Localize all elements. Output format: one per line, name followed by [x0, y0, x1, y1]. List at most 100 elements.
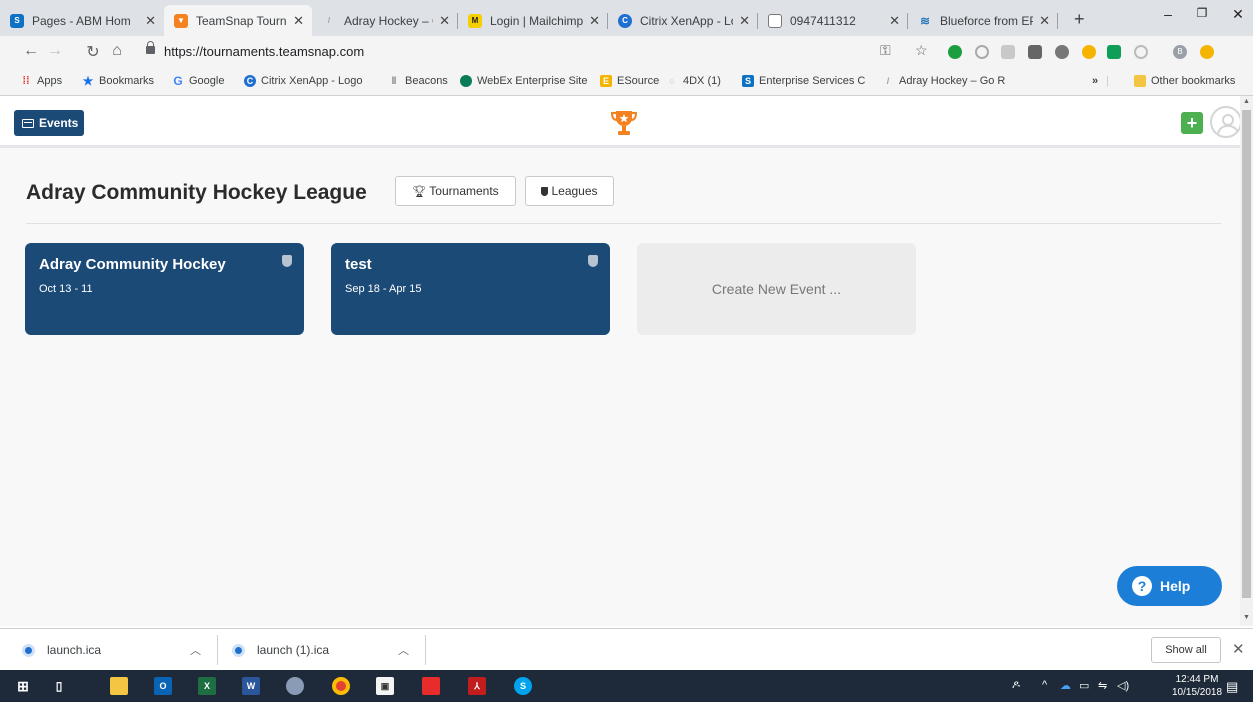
scroll-down-icon[interactable]: ▼	[1243, 614, 1250, 621]
bookmark-adray-hockey[interactable]: / Adray Hockey – Go R	[882, 75, 1006, 87]
key-icon[interactable]: ⚿	[880, 42, 891, 59]
help-button[interactable]: ? Help	[1117, 566, 1222, 606]
tab-adray-hockey[interactable]: / Adray Hockey – G ✕	[312, 5, 458, 36]
add-button[interactable]: +	[1181, 112, 1203, 134]
scroll-up-icon[interactable]: ▲	[1243, 98, 1250, 105]
vertical-scrollbar[interactable]: ▲ ▼	[1240, 96, 1253, 626]
tab-citrix[interactable]: C Citrix XenApp - Lo ✕	[608, 5, 758, 36]
file-explorer-icon[interactable]	[110, 677, 128, 695]
tournaments-button[interactable]: 🏆︎ Tournaments	[395, 176, 516, 206]
bookmark-enterprise-services[interactable]: S Enterprise Services C	[742, 75, 865, 87]
extension-icon[interactable]	[948, 45, 962, 59]
word-icon[interactable]: W	[242, 677, 260, 695]
network-icon[interactable]: ⇋	[1098, 679, 1107, 692]
user-avatar[interactable]	[1210, 106, 1242, 138]
reload-icon[interactable]: ↻	[84, 42, 102, 62]
chevron-up-icon[interactable]: ︿	[190, 642, 201, 658]
download-item[interactable]: launch (1).ica	[232, 643, 329, 657]
chevron-up-icon[interactable]: ︿	[398, 642, 409, 658]
people-icon[interactable]: ዶ	[1012, 679, 1020, 692]
checkbox-extension-icon[interactable]	[1107, 45, 1121, 59]
extension-icon[interactable]	[1134, 45, 1148, 59]
sharepoint-icon: S	[10, 13, 24, 28]
close-icon[interactable]: ✕	[293, 13, 304, 29]
minimize-button[interactable]: –	[1158, 6, 1178, 22]
show-all-button[interactable]: Show all	[1151, 637, 1221, 663]
volume-icon[interactable]: ◁)	[1117, 679, 1129, 692]
extension-icon[interactable]	[1055, 45, 1069, 59]
bookmark-beacons[interactable]: ‖ Beacons	[388, 75, 448, 87]
bookmarks-overflow-button[interactable]: »	[1092, 75, 1098, 87]
google-icon: G	[173, 74, 183, 88]
close-icon[interactable]: ✕	[739, 13, 750, 29]
leagues-button[interactable]: Leagues	[525, 176, 614, 206]
extension-icon[interactable]	[1001, 45, 1015, 59]
bookmark-label: 4DX (1)	[683, 75, 721, 87]
tab-mailchimp[interactable]: M Login | Mailchimp ✕	[458, 5, 608, 36]
chrome-icon[interactable]	[332, 677, 350, 695]
bookmark-4dx[interactable]: ○ 4DX (1)	[666, 75, 721, 87]
pdf-reader-icon[interactable]	[422, 677, 440, 695]
citrix-file-icon	[232, 643, 245, 657]
back-icon[interactable]: ←	[22, 42, 40, 60]
new-tab-button[interactable]: +	[1074, 9, 1085, 30]
notifications-icon[interactable]: ▤	[1226, 679, 1238, 695]
task-view-icon[interactable]: ▯	[50, 677, 68, 695]
maximize-button[interactable]: ❐	[1192, 6, 1212, 20]
onedrive-icon[interactable]: ☁	[1060, 679, 1071, 692]
bookmark-bookmarks[interactable]: ★ Bookmarks	[82, 74, 154, 88]
forward-icon[interactable]: →	[46, 42, 64, 60]
close-icon[interactable]: ✕	[145, 13, 156, 29]
folder-icon	[1134, 75, 1146, 87]
event-card[interactable]: Adray Community Hockey Oct 13 - 11	[25, 243, 304, 335]
acrobat-icon[interactable]: ⅄	[468, 677, 486, 695]
close-icon[interactable]: ✕	[1232, 640, 1245, 658]
system-clock[interactable]: 12:44 PM 10/15/2018	[1172, 673, 1222, 699]
clock-time: 12:44 PM	[1175, 674, 1219, 685]
close-icon[interactable]: ✕	[439, 13, 450, 29]
close-icon[interactable]: ✕	[889, 13, 900, 29]
shield-icon	[282, 255, 292, 267]
event-name: test	[345, 256, 372, 273]
update-alert-icon[interactable]	[1200, 45, 1214, 59]
trophy-icon: ▼	[174, 13, 188, 28]
bookmark-webex[interactable]: WebEx Enterprise Site	[460, 75, 587, 87]
scrollbar-thumb[interactable]	[1242, 110, 1251, 598]
home-icon[interactable]: ⌂	[108, 42, 126, 60]
bookmark-google[interactable]: G Google	[172, 74, 224, 88]
outlook-icon[interactable]: O	[154, 677, 172, 695]
star-icon[interactable]: ☆	[915, 42, 928, 59]
apps-grid-icon: ⁞⁞	[22, 75, 30, 87]
excel-icon[interactable]: X	[198, 677, 216, 695]
skype-icon[interactable]: S	[514, 677, 532, 695]
window-close-button[interactable]: ✕	[1228, 6, 1248, 23]
bookmarks-bar: ⁞⁞ Apps ★ Bookmarks G Google C Citrix Xe…	[0, 68, 1253, 96]
url-field[interactable]: https://tournaments.teamsnap.com	[164, 44, 364, 59]
tab-pages-abm[interactable]: S Pages - ABM Hom ✕	[0, 5, 164, 36]
help-label: Help	[1160, 578, 1191, 594]
create-event-card[interactable]: Create New Event ...	[637, 243, 916, 335]
windows-start-icon[interactable]: ⊞	[14, 677, 32, 695]
battery-icon[interactable]: ▭	[1079, 679, 1089, 692]
download-item[interactable]: launch.ica	[22, 643, 101, 657]
bookmark-citrix[interactable]: C Citrix XenApp - Logo	[244, 75, 363, 87]
other-bookmarks-folder[interactable]: Other bookmarks	[1134, 75, 1235, 87]
trophy-logo-icon[interactable]	[609, 108, 639, 138]
extension-icon[interactable]	[1082, 45, 1096, 59]
profile-avatar[interactable]: B	[1173, 45, 1187, 59]
close-icon[interactable]: ✕	[589, 13, 600, 29]
close-icon[interactable]: ✕	[1039, 13, 1050, 29]
chevron-up-icon[interactable]: ^	[1042, 679, 1047, 691]
download-filename: launch (1).ica	[257, 643, 330, 657]
tab-blueforce[interactable]: ≋ Blueforce from EP ✕	[908, 5, 1058, 36]
extension-icon[interactable]	[1028, 45, 1042, 59]
bookmark-esource[interactable]: E ESource	[600, 75, 659, 87]
store-icon[interactable]: ▣	[376, 677, 394, 695]
bookmark-apps[interactable]: ⁞⁞ Apps	[20, 75, 62, 87]
paint-icon[interactable]	[286, 677, 304, 695]
tab-teamsnap[interactable]: ▼ TeamSnap Tourna ✕	[164, 5, 312, 36]
events-menu-button[interactable]: Events	[14, 110, 84, 136]
extension-icon[interactable]	[975, 45, 989, 59]
event-card[interactable]: test Sep 18 - Apr 15	[331, 243, 610, 335]
tab-document[interactable]: 0947411312 ✕	[758, 5, 908, 36]
